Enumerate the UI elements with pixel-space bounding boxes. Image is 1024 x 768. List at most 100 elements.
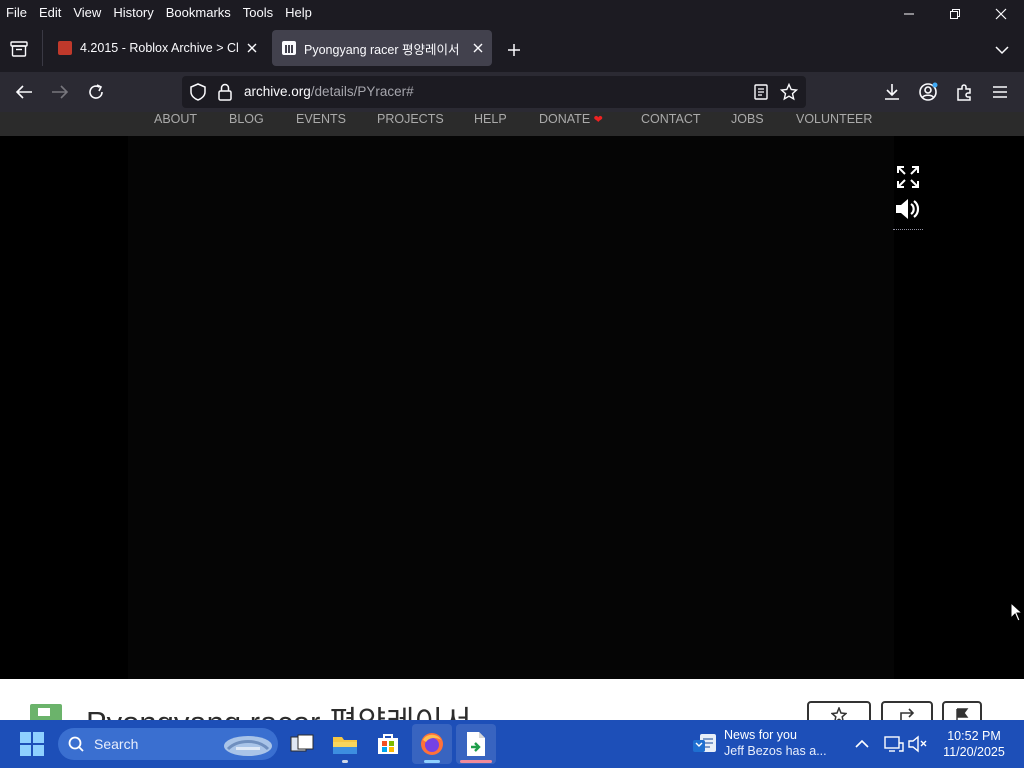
menu-edit[interactable]: Edit xyxy=(33,5,67,20)
downloads-button[interactable] xyxy=(880,80,904,104)
nav-projects[interactable]: PROJECTS xyxy=(377,112,444,126)
url-bar[interactable]: archive.org/details/PYracer# xyxy=(182,76,806,108)
network-icon xyxy=(884,736,904,752)
share-button[interactable] xyxy=(881,701,933,720)
clock-date: 11/20/2025 xyxy=(943,745,1005,759)
microsoft-store-button[interactable] xyxy=(368,724,408,764)
url-domain: archive.org xyxy=(244,84,311,99)
menu-bookmarks[interactable]: Bookmarks xyxy=(160,5,237,20)
nav-volunteer[interactable]: VOLUNTEER xyxy=(796,112,872,126)
emulator-player[interactable] xyxy=(0,136,1024,679)
reload-button[interactable] xyxy=(84,80,108,104)
search-box[interactable]: Search xyxy=(58,728,278,760)
running-indicator xyxy=(342,760,348,763)
clock[interactable]: 10:52 PM 11/20/2025 xyxy=(934,728,1014,760)
close-icon xyxy=(995,8,1007,20)
show-hidden-icons-button[interactable] xyxy=(852,734,872,754)
app-launcher-button[interactable] xyxy=(456,724,496,764)
menu-history[interactable]: History xyxy=(107,5,159,20)
list-all-tabs-button[interactable] xyxy=(992,40,1012,60)
nav-contact[interactable]: CONTACT xyxy=(641,112,701,126)
firefox-view-button[interactable] xyxy=(8,38,30,60)
minimize-icon xyxy=(904,13,914,15)
close-tab-button[interactable] xyxy=(468,38,488,58)
file-explorer-button[interactable] xyxy=(325,724,365,764)
mouse-cursor xyxy=(1010,601,1024,622)
volume-button[interactable] xyxy=(894,196,922,222)
fullscreen-button[interactable] xyxy=(896,165,920,189)
emulator-canvas[interactable] xyxy=(128,136,894,679)
url-path: /details/PYracer# xyxy=(310,84,414,99)
tab-title: Pyongyang racer 평양레이서 : Free xyxy=(304,42,464,57)
speaker-icon xyxy=(896,199,920,219)
windows-logo-icon xyxy=(20,732,44,756)
firefox-icon xyxy=(421,733,443,755)
menu-help[interactable]: Help xyxy=(279,5,318,20)
tab-roblox-archive[interactable]: 4.2015 - Roblox Archive > Client xyxy=(48,30,266,66)
item-header: Pyongyang racer 평양레이서 xyxy=(0,679,1024,720)
menu-bar: File Edit View History Bookmarks Tools H… xyxy=(0,0,1024,24)
nav-help[interactable]: HELP xyxy=(474,112,507,126)
tab-pyongyang-racer[interactable]: Pyongyang racer 평양레이서 : Free xyxy=(272,30,492,66)
heart-icon: ❤ xyxy=(593,114,603,126)
menu-file[interactable]: File xyxy=(0,5,33,20)
start-button[interactable] xyxy=(20,732,44,756)
forward-button[interactable] xyxy=(48,80,72,104)
active-indicator xyxy=(460,760,492,763)
lock-icon[interactable] xyxy=(218,83,232,106)
chevron-down-icon xyxy=(995,46,1009,55)
flag-button[interactable] xyxy=(942,701,982,720)
firefox-button[interactable] xyxy=(412,724,452,764)
arrow-left-icon xyxy=(15,85,32,99)
network-button[interactable] xyxy=(884,734,904,754)
item-title: Pyongyang racer 평양레이서 xyxy=(86,697,472,720)
url-text[interactable]: archive.org/details/PYracer# xyxy=(244,84,414,99)
folder-icon xyxy=(333,737,357,754)
flag-icon xyxy=(956,708,969,720)
bookmark-star-icon[interactable] xyxy=(779,82,799,106)
restore-icon xyxy=(950,9,960,19)
volume-tray-button[interactable] xyxy=(908,734,928,754)
shield-icon[interactable] xyxy=(190,83,206,106)
site-nav: ABOUT BLOG EVENTS PROJECTS HELP DONATE ❤… xyxy=(0,112,1024,136)
close-icon xyxy=(247,43,257,53)
nav-donate-label: DONATE xyxy=(539,112,591,126)
menu-tools[interactable]: Tools xyxy=(237,5,279,20)
star-icon xyxy=(831,707,847,720)
task-view-button[interactable] xyxy=(282,724,322,764)
active-indicator xyxy=(424,760,440,763)
share-icon xyxy=(900,708,915,720)
store-icon xyxy=(378,734,398,754)
menu-view[interactable]: View xyxy=(67,5,107,20)
nav-jobs[interactable]: JOBS xyxy=(731,112,764,126)
nav-blog[interactable]: BLOG xyxy=(229,112,264,126)
favorite-button[interactable] xyxy=(807,701,871,720)
speaker-muted-icon xyxy=(908,735,927,753)
document-arrow-icon xyxy=(467,732,485,756)
puzzle-icon xyxy=(957,84,971,101)
search-highlight-icon xyxy=(222,731,274,762)
account-button[interactable] xyxy=(916,80,940,104)
news-widget[interactable]: News for you Jeff Bezos has a... xyxy=(692,728,832,762)
nav-donate[interactable]: DONATE ❤ xyxy=(539,112,603,127)
firefox-view-icon xyxy=(10,41,28,57)
chevron-up-icon xyxy=(855,739,869,748)
archive-org-icon xyxy=(282,41,296,55)
new-tab-button[interactable] xyxy=(504,40,524,60)
volume-slider[interactable] xyxy=(893,229,923,231)
nav-about[interactable]: ABOUT xyxy=(154,112,197,126)
extensions-button[interactable] xyxy=(952,80,976,104)
back-button[interactable] xyxy=(12,80,36,104)
taskbar: Search News for you Jeff Bezos has a... xyxy=(0,720,1024,768)
software-icon xyxy=(30,704,62,720)
nav-events[interactable]: EVENTS xyxy=(296,112,346,126)
reader-view-icon[interactable] xyxy=(754,84,768,105)
close-tab-button[interactable] xyxy=(242,38,262,58)
reload-icon xyxy=(89,84,103,99)
navigation-toolbar: archive.org/details/PYracer# xyxy=(0,72,1024,112)
app-menu-button[interactable] xyxy=(988,80,1012,104)
fullscreen-icon xyxy=(897,166,919,188)
tab-title: 4.2015 - Roblox Archive > Client xyxy=(80,41,238,55)
tab-strip: 4.2015 - Roblox Archive > Client Pyongya… xyxy=(0,24,1024,72)
close-icon xyxy=(473,43,483,53)
